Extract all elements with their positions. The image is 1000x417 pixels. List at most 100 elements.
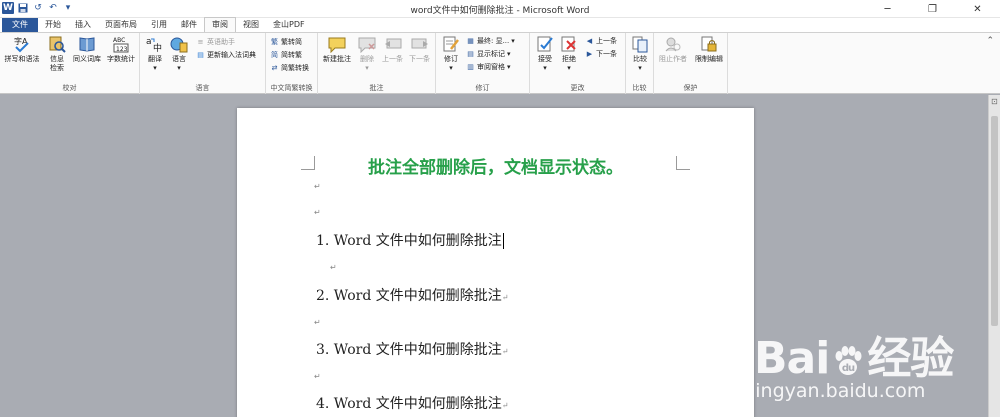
- restrict-editing-button[interactable]: 限制编辑: [692, 35, 726, 64]
- update-ime-dictionary-button[interactable]: ▤ 更新输入法词典: [196, 50, 256, 60]
- previous-change-button[interactable]: ◀ 上一条: [585, 36, 617, 46]
- group-label-proofing: 校对: [62, 84, 77, 92]
- translate-icon: a中: [145, 35, 165, 53]
- convert-icon: ⇄: [271, 64, 278, 72]
- group-label-compare: 比较: [632, 84, 647, 92]
- research-icon: [47, 35, 67, 53]
- show-markup-dropdown[interactable]: ▤ 显示标记 ▾: [466, 49, 511, 59]
- chevron-down-icon: ▾: [177, 64, 181, 72]
- paragraph-mark: ↵: [314, 372, 321, 381]
- language-icon: [169, 35, 189, 53]
- window-title: word文件中如何删除批注 - Microsoft Word: [410, 6, 590, 16]
- scrollbar-thumb[interactable]: [991, 116, 998, 326]
- previous-comment-button[interactable]: 上一条: [379, 35, 406, 64]
- group-comments: 新建批注 删除 ▾ 上一条 下一条 批注: [318, 33, 436, 94]
- new-comment-icon: [327, 35, 347, 53]
- thesaurus-icon: [77, 35, 97, 53]
- group-compare: 比较 ▾ 比较: [626, 33, 654, 94]
- group-label-language: 语言: [195, 84, 210, 92]
- new-comment-button[interactable]: 新建批注: [321, 35, 353, 64]
- tab-mailings[interactable]: 邮件: [174, 18, 204, 32]
- group-language: a中 翻译 ▾ 语言 ▾ ≡ 英语助手 ▤ 更新输入法词典 语言: [140, 33, 266, 94]
- track-changes-icon: [441, 35, 461, 53]
- tab-page-layout[interactable]: 页面布局: [98, 18, 144, 32]
- chinese-convert-button[interactable]: ⇄ 简繁转换: [270, 63, 309, 73]
- group-chinese-conversion: 繁 繁转简 简 简转繁 ⇄ 简繁转换 中文简繁转换: [266, 33, 318, 94]
- chevron-down-icon: ▾: [543, 64, 547, 72]
- reject-icon: [559, 35, 579, 53]
- delete-comment-icon: [357, 35, 377, 53]
- next-comment-icon: [410, 35, 430, 53]
- compare-icon: [630, 35, 650, 53]
- document-heading: 批注全部删除后，文档显示状态。: [368, 158, 623, 178]
- chevron-down-icon: ▾: [507, 63, 511, 71]
- document-line: 4. Word 文件中如何删除批注↵: [316, 396, 509, 412]
- to-traditional-icon: 简: [271, 51, 278, 59]
- show-markup-icon: ▤: [467, 50, 474, 58]
- dictionary-icon: ▤: [197, 51, 204, 59]
- svg-text:ABC: ABC: [113, 37, 125, 44]
- tab-review[interactable]: 审阅: [204, 17, 236, 32]
- tab-kingsoft-pdf[interactable]: 金山PDF: [266, 18, 312, 32]
- to-simplified-icon: 繁: [271, 38, 278, 46]
- accept-button[interactable]: 接受 ▾: [533, 35, 557, 73]
- translate-button[interactable]: a中 翻译 ▾: [143, 35, 167, 73]
- display-icon: ▦: [467, 37, 474, 45]
- tab-home[interactable]: 开始: [38, 18, 68, 32]
- display-for-review-dropdown[interactable]: ▦ 最终: 显... ▾: [466, 36, 515, 46]
- document-page[interactable]: 批注全部删除后，文档显示状态。 ↵ ↵ 1. Word 文件中如何删除批注 ↵ …: [237, 108, 754, 417]
- chevron-down-icon: ▾: [511, 37, 515, 45]
- word-count-button[interactable]: ABC 123 字数统计: [104, 35, 138, 64]
- reviewing-pane-icon: ▥: [467, 63, 474, 71]
- thesaurus-button[interactable]: 同义词库: [70, 35, 104, 64]
- tab-file[interactable]: 文件: [2, 18, 38, 32]
- spelling-icon: 字A: [12, 35, 32, 53]
- previous-change-icon: ◀: [586, 37, 593, 45]
- paragraph-mark: ↵: [330, 263, 337, 272]
- compare-button[interactable]: 比较 ▾: [628, 35, 652, 73]
- to-traditional-button[interactable]: 简 简转繁: [270, 50, 302, 60]
- document-line: 3. Word 文件中如何删除批注↵: [316, 342, 509, 358]
- ribbon-tabs: 文件 开始 插入 页面布局 引用 邮件 审阅 视图 金山PDF: [0, 17, 1000, 32]
- assistant-icon: ≡: [197, 38, 204, 46]
- language-button[interactable]: 语言 ▾: [167, 35, 191, 73]
- group-changes: 接受 ▾ 拒绝 ▾ ◀ 上一条 ▶ 下一条 更改: [530, 33, 626, 94]
- block-authors-button[interactable]: 阻止作者: [656, 35, 690, 64]
- text-cursor: [502, 233, 504, 249]
- document-line: 2. Word 文件中如何删除批注↵: [316, 288, 509, 304]
- chevron-down-icon: ▾: [365, 64, 369, 72]
- tab-insert[interactable]: 插入: [68, 18, 98, 32]
- ruler-toggle-icon[interactable]: ⊡: [991, 97, 998, 106]
- paragraph-mark: ↵: [314, 182, 321, 191]
- previous-comment-icon: [383, 35, 403, 53]
- minimize-icon[interactable]: ─: [865, 0, 910, 18]
- group-label-changes: 更改: [570, 84, 585, 92]
- restore-icon[interactable]: ❐: [910, 0, 955, 18]
- tab-references[interactable]: 引用: [144, 18, 174, 32]
- spelling-grammar-button[interactable]: 字A 拼写和语法: [2, 35, 42, 64]
- chevron-down-icon: ▾: [507, 50, 511, 58]
- delete-comment-button[interactable]: 删除 ▾: [355, 35, 379, 73]
- svg-text:123: 123: [116, 46, 128, 53]
- english-assistant-button[interactable]: ≡ 英语助手: [196, 37, 235, 47]
- group-label-tracking: 修订: [475, 84, 490, 92]
- svg-text:a: a: [146, 37, 152, 47]
- document-line: 1. Word 文件中如何删除批注: [316, 233, 504, 249]
- tab-view[interactable]: 视图: [236, 18, 266, 32]
- research-button[interactable]: 信息 检索: [44, 35, 70, 73]
- group-label-chinese: 中文简繁转换: [270, 84, 313, 92]
- lock-icon: [699, 35, 719, 53]
- chevron-down-icon: ▾: [567, 64, 571, 72]
- next-change-icon: ▶: [586, 50, 593, 58]
- reject-button[interactable]: 拒绝 ▾: [557, 35, 581, 73]
- paragraph-mark: ↵: [314, 208, 321, 217]
- next-comment-button[interactable]: 下一条: [406, 35, 433, 64]
- track-changes-button[interactable]: 修订 ▾: [439, 35, 463, 73]
- next-change-button[interactable]: ▶ 下一条: [585, 49, 617, 59]
- ribbon: 字A 拼写和语法 信息 检索 同义词库 ABC 123 字数统计 校对 a 中 …: [0, 32, 1000, 94]
- collapse-ribbon-icon[interactable]: ⌃: [986, 36, 994, 46]
- close-icon[interactable]: ✕: [955, 0, 1000, 18]
- to-simplified-button[interactable]: 繁 繁转简: [270, 37, 302, 47]
- accept-icon: [535, 35, 555, 53]
- reviewing-pane-dropdown[interactable]: ▥ 审阅窗格 ▾: [466, 62, 511, 72]
